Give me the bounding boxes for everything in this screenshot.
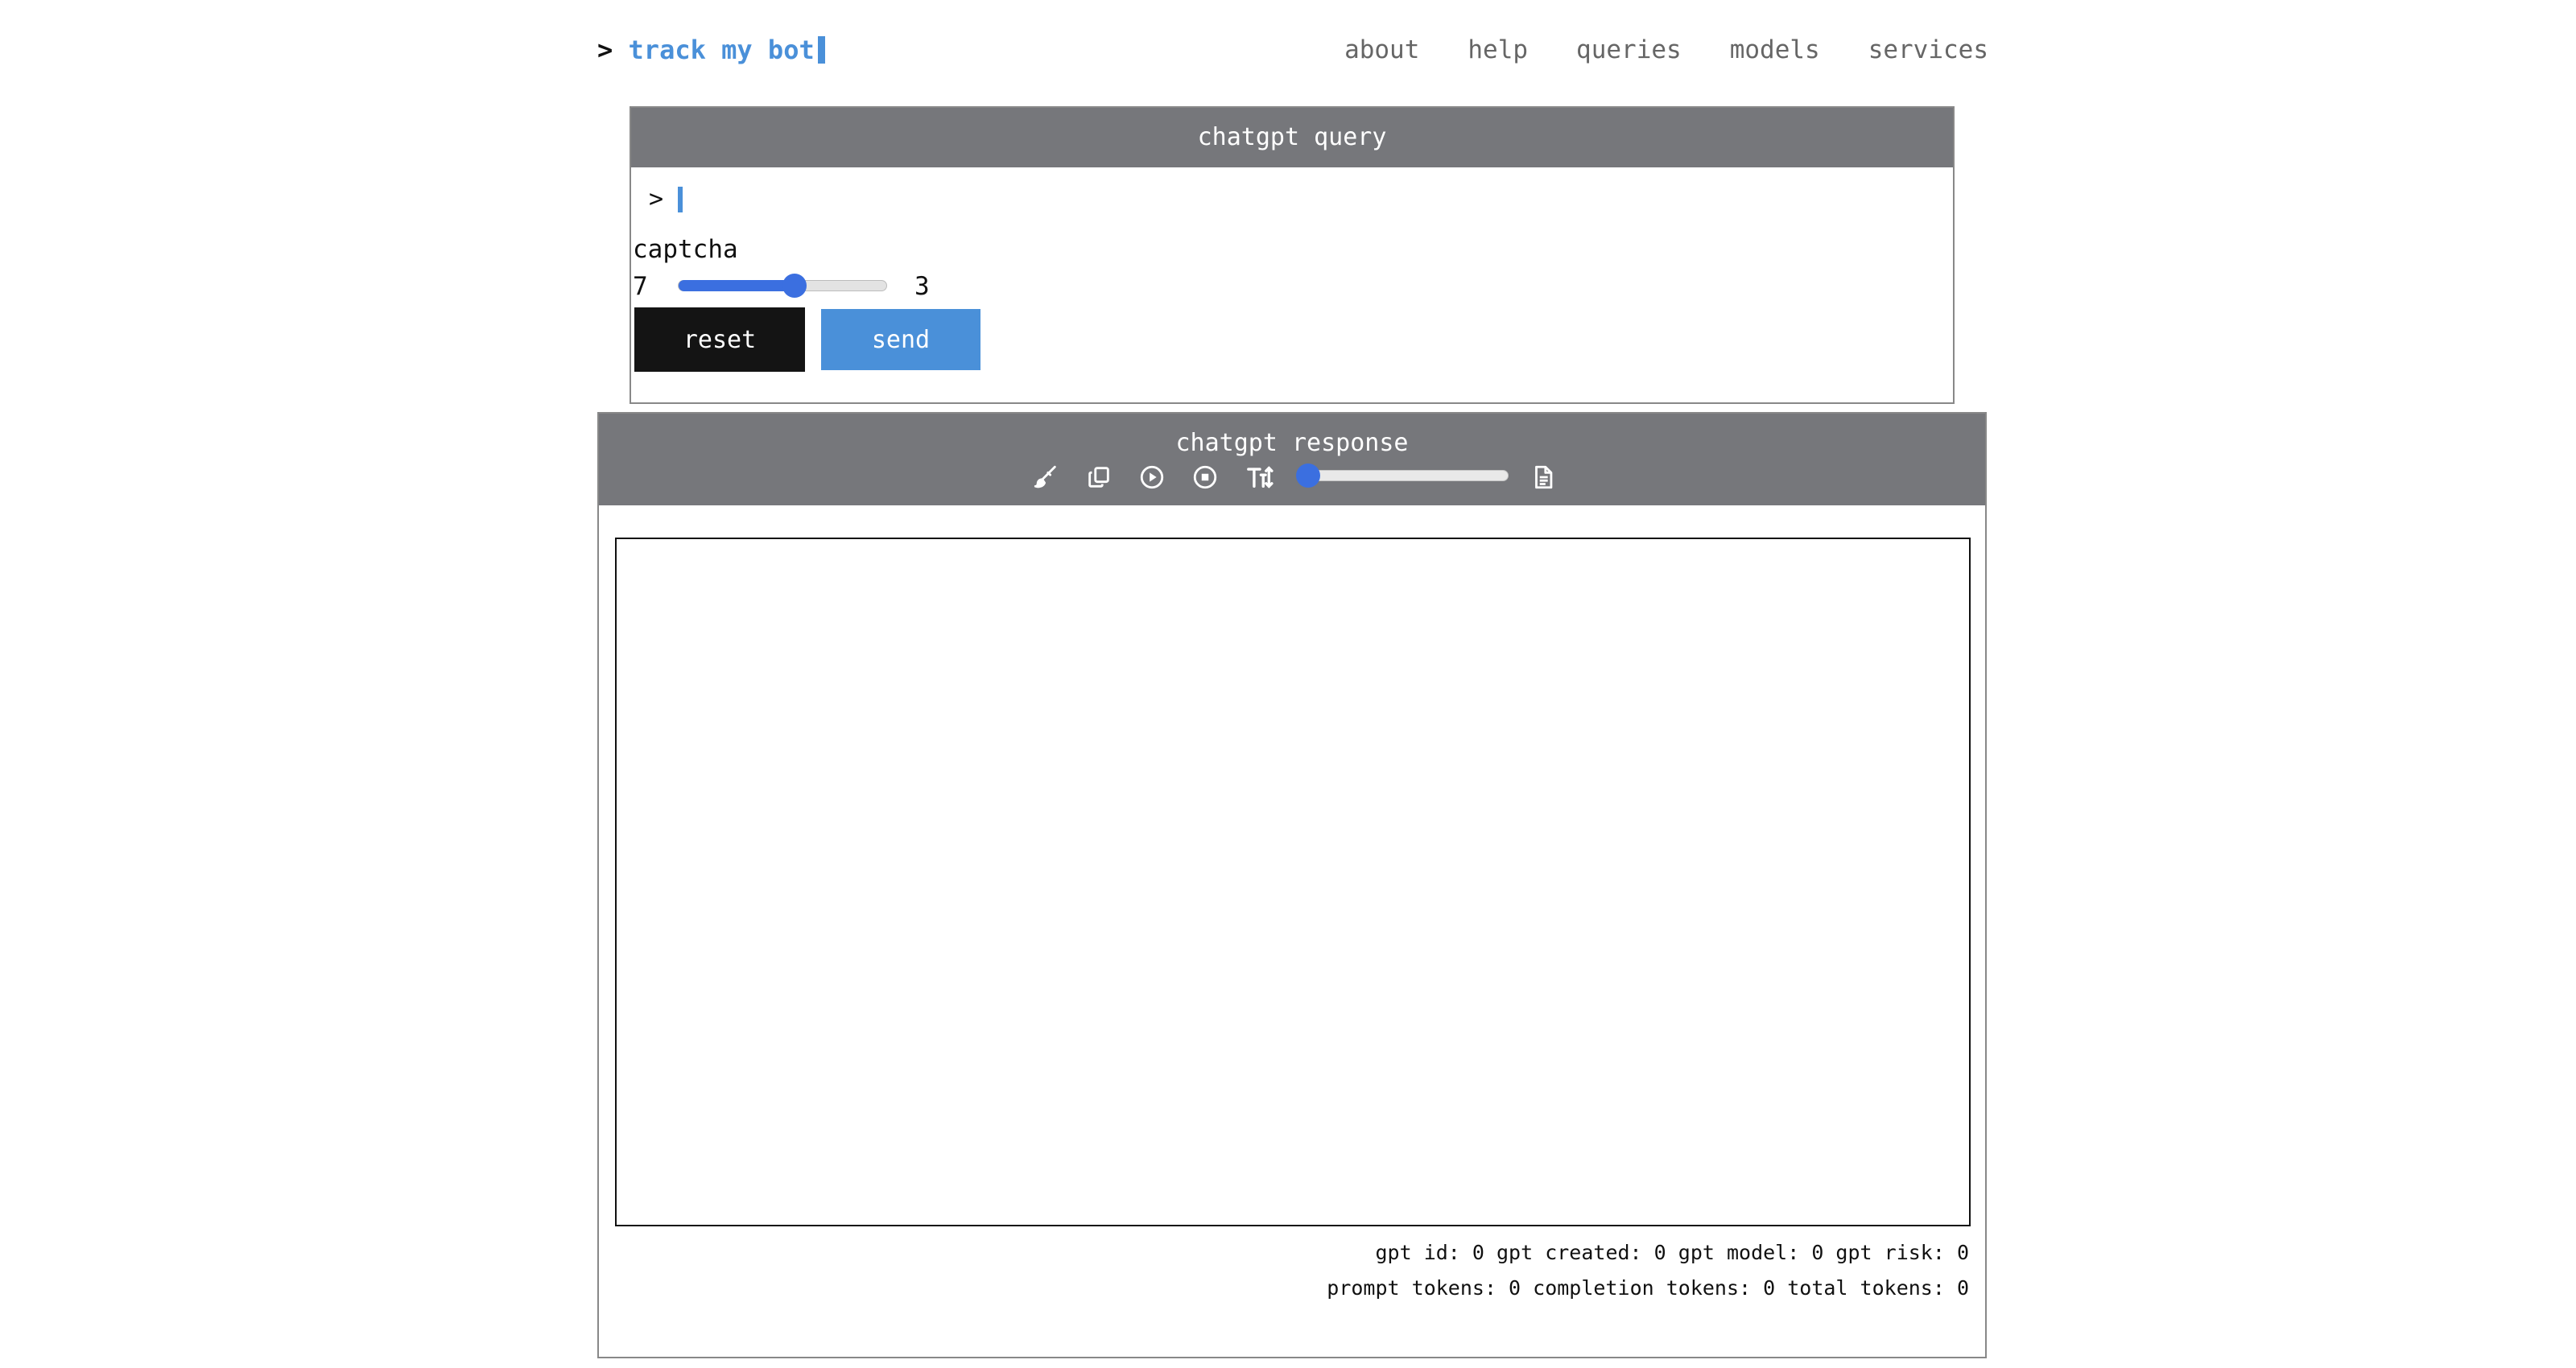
- query-input-row: >: [649, 182, 1921, 217]
- brand-name: track my bot: [628, 35, 815, 65]
- query-caret: [678, 187, 683, 212]
- captcha-label: captcha: [633, 235, 738, 264]
- response-toolbar: [599, 460, 1985, 492]
- response-output[interactable]: [615, 538, 1971, 1226]
- captcha-slider-fill: [679, 280, 795, 291]
- stop-icon[interactable]: [1191, 464, 1219, 491]
- captcha-row: 7 3: [633, 269, 1084, 304]
- response-panel: chatgpt response gpt id: 0 gpt created: …: [597, 412, 1987, 1358]
- gpt-meta-stats: gpt id: 0 gpt created: 0 gpt model: 0 gp…: [1375, 1241, 1969, 1264]
- query-panel-title: chatgpt query: [631, 108, 1953, 167]
- nav-about[interactable]: about: [1344, 32, 1419, 68]
- nav-help[interactable]: help: [1468, 32, 1528, 68]
- brand-prompt: >: [597, 35, 613, 65]
- response-panel-title: chatgpt response: [1175, 429, 1409, 457]
- nav-models[interactable]: models: [1730, 32, 1820, 68]
- send-button[interactable]: send: [821, 309, 980, 370]
- brand-logo[interactable]: > track my bot: [597, 32, 825, 68]
- response-panel-header: chatgpt response: [599, 414, 1985, 505]
- captcha-slider[interactable]: [678, 274, 887, 298]
- text-size-icon[interactable]: [1246, 464, 1274, 491]
- font-size-slider[interactable]: [1296, 464, 1509, 488]
- query-prompt: >: [649, 185, 664, 213]
- document-icon[interactable]: [1530, 464, 1557, 491]
- captcha-slider-thumb[interactable]: [782, 274, 807, 298]
- copy-icon[interactable]: [1085, 464, 1113, 491]
- brand-cursor: [817, 36, 825, 64]
- nav-services[interactable]: services: [1868, 32, 1988, 68]
- query-panel: chatgpt query > captcha 7 3 reset send: [630, 106, 1955, 404]
- top-nav: about help queries models services: [1344, 32, 1988, 68]
- brush-icon[interactable]: [1032, 464, 1059, 491]
- query-input[interactable]: [689, 185, 1921, 214]
- token-stats: prompt tokens: 0 completion tokens: 0 to…: [1327, 1276, 1969, 1300]
- captcha-right-value: 3: [914, 272, 930, 301]
- nav-queries[interactable]: queries: [1576, 32, 1682, 68]
- font-size-slider-thumb[interactable]: [1296, 464, 1320, 488]
- play-icon[interactable]: [1138, 464, 1166, 491]
- captcha-left-value: 7: [633, 272, 648, 301]
- reset-button[interactable]: reset: [634, 307, 805, 372]
